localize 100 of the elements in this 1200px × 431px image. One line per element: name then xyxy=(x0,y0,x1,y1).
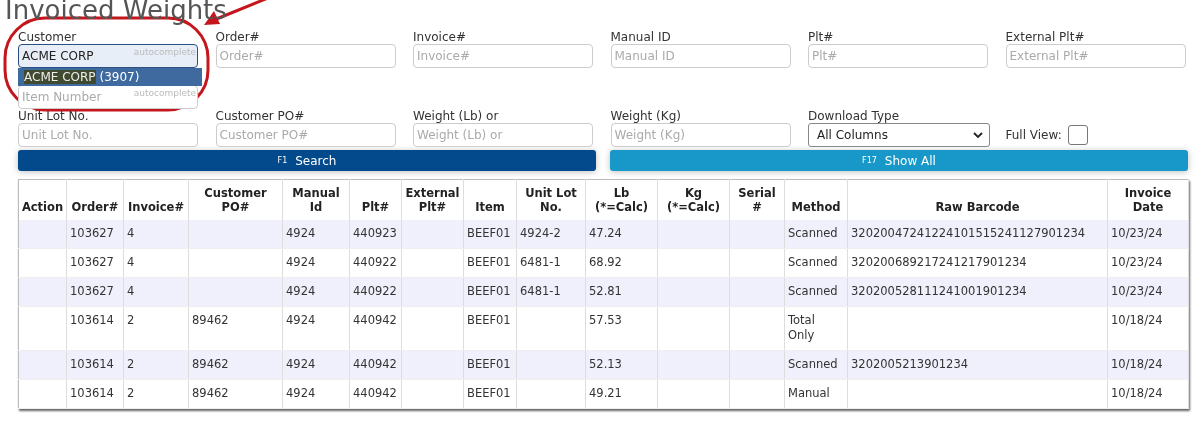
table-cell: 4924-2 xyxy=(520,226,561,240)
table-cell: 47.24 xyxy=(589,226,622,240)
autocomplete-menu[interactable]: ACME CORP (3907) xyxy=(18,68,202,86)
table-cell: 4924 xyxy=(286,386,316,400)
table-cell: 32020047241224101515241127901234 xyxy=(851,226,1086,240)
column-header: Lb (*=Calc) xyxy=(594,186,649,214)
field-label: Manual ID xyxy=(610,30,672,44)
column-header: Raw Barcode xyxy=(935,200,1020,214)
autocomplete-hint: autocomplete xyxy=(133,47,196,57)
field-label: Full View: xyxy=(1005,128,1062,142)
table-cell: 52.13 xyxy=(589,357,622,371)
table-cell: BEEF01 xyxy=(467,255,511,269)
field-label: Plt# xyxy=(808,30,835,44)
column-header: Plt# xyxy=(361,200,390,214)
column-header: Method xyxy=(791,200,841,214)
column-header: Serial # xyxy=(738,186,776,214)
table-cell: 103614 xyxy=(70,357,114,371)
table-cell: 3202005213901234 xyxy=(851,357,969,371)
download-type-select[interactable]: All Columns xyxy=(808,123,990,147)
checkbox[interactable] xyxy=(1067,125,1088,145)
column-header: Invoice# xyxy=(127,200,185,214)
field-label: Customer PO# xyxy=(215,109,306,123)
table-cell: 103627 xyxy=(70,284,114,298)
table-cell: 6481-1 xyxy=(520,255,561,269)
table-cell: 103627 xyxy=(70,226,114,240)
table-cell: Scanned xyxy=(788,357,838,371)
input-field[interactable]: Manual ID xyxy=(610,44,791,68)
field-label: External Plt# xyxy=(1005,30,1086,44)
table-cell: 440942 xyxy=(353,357,397,371)
column-header: Action xyxy=(21,200,64,214)
input-field[interactable]: Plt# xyxy=(808,44,988,68)
table-cell: BEEF01 xyxy=(467,313,511,327)
column-header: External Plt# xyxy=(405,186,460,214)
table-cell: 320200689217241217901234 xyxy=(851,255,1027,269)
field-label: Download Type xyxy=(808,109,901,123)
table-cell: Scanned xyxy=(788,255,838,269)
table-cell: 10/18/24 xyxy=(1111,386,1163,400)
field-label: Invoice# xyxy=(413,30,467,44)
table-cell: BEEF01 xyxy=(467,357,511,371)
table-cell: BEEF01 xyxy=(467,284,511,298)
table-cell: 4 xyxy=(127,226,135,240)
table-cell: 440922 xyxy=(353,284,397,298)
table-cell: 10/23/24 xyxy=(1111,284,1163,298)
chevron-icon xyxy=(973,131,983,139)
table-cell: Scanned xyxy=(788,226,838,240)
table-cell: 89462 xyxy=(192,386,229,400)
input-field[interactable]: Customer PO# xyxy=(215,123,396,147)
table-cell: 4 xyxy=(127,284,135,298)
table-cell: 103614 xyxy=(70,313,114,327)
column-header: Unit Lot No. xyxy=(525,186,577,214)
table-cell: 10/18/24 xyxy=(1111,313,1163,327)
table-cell: 10/23/24 xyxy=(1111,255,1163,269)
table-cell: BEEF01 xyxy=(467,386,511,400)
table-cell: 440922 xyxy=(353,255,397,269)
column-header: Customer PO# xyxy=(204,186,267,214)
table-cell: 10/23/24 xyxy=(1111,226,1163,240)
table-cell: 2 xyxy=(127,386,135,400)
table-cell: 440942 xyxy=(353,313,397,327)
input-field[interactable]: Weight (Lb) or xyxy=(413,123,593,147)
table-cell: 4924 xyxy=(286,226,316,240)
input-field[interactable]: Unit Lot No. xyxy=(18,123,198,147)
table-cell: Total Only xyxy=(788,313,815,342)
column-header: Kg (*=Calc) xyxy=(666,186,721,214)
column-header: Manual Id xyxy=(292,186,340,214)
table-cell: 68.92 xyxy=(589,255,622,269)
table-cell: 320200528111241001901234 xyxy=(851,284,1027,298)
table-cell: 10/18/24 xyxy=(1111,357,1163,371)
input-field[interactable]: Weight (Kg) xyxy=(610,123,791,147)
field-label: Weight (Kg) xyxy=(610,109,682,123)
table-cell: 440923 xyxy=(353,226,397,240)
table-cell: 4924 xyxy=(286,313,316,327)
column-header: Invoice Date xyxy=(1124,186,1172,214)
table-cell: BEEF01 xyxy=(467,226,511,240)
table-cell: 49.21 xyxy=(589,386,622,400)
input-field[interactable]: Invoice# xyxy=(413,44,593,68)
table-cell: 4924 xyxy=(286,255,316,269)
table-cell: 89462 xyxy=(192,357,229,371)
action-button[interactable]: F1 Search xyxy=(18,150,596,171)
field-label: Weight (Lb) or xyxy=(413,109,500,123)
table-cell: Scanned xyxy=(788,284,838,298)
table-cell: 2 xyxy=(127,357,135,371)
field-label: Order# xyxy=(215,30,261,44)
table-cell: 57.53 xyxy=(589,313,622,327)
table-cell: 103627 xyxy=(70,255,114,269)
table-cell: 103614 xyxy=(70,386,114,400)
table-cell: 2 xyxy=(127,313,135,327)
table-cell: 6481-1 xyxy=(520,284,561,298)
input-field[interactable]: External Plt# xyxy=(1005,44,1186,68)
field-label: Customer xyxy=(18,30,78,44)
table-cell: 4924 xyxy=(286,357,316,371)
column-header: Order# xyxy=(71,200,119,214)
table-cell: Manual xyxy=(788,386,830,400)
input-field[interactable]: Order# xyxy=(215,44,396,68)
field-label: Unit Lot No. xyxy=(18,109,90,123)
table-cell: 4924 xyxy=(286,284,316,298)
table-cell: 4 xyxy=(127,255,135,269)
table-cell: 89462 xyxy=(192,313,229,327)
table-cell: 440942 xyxy=(353,386,397,400)
table-cell: 52.81 xyxy=(589,284,622,298)
column-header: Item xyxy=(475,200,505,214)
